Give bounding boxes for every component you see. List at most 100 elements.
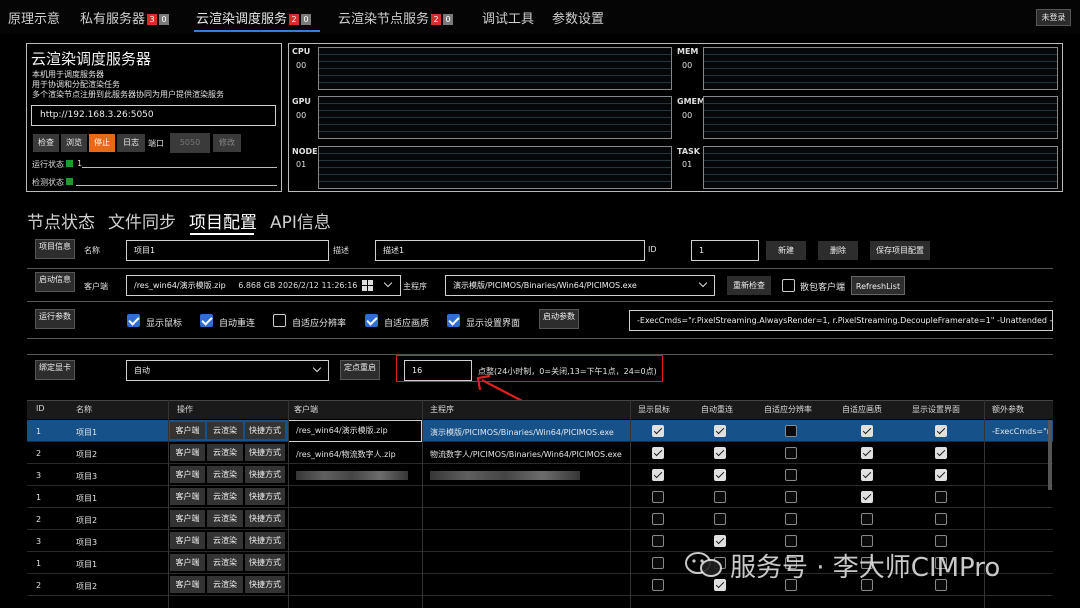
shortcut-button[interactable]: 快捷方式 [245, 444, 285, 461]
row-checkbox[interactable] [935, 491, 947, 503]
cloud-render-button[interactable]: 云渲染 [207, 532, 243, 549]
shortcut-button[interactable]: 快捷方式 [245, 422, 285, 439]
row-checkbox[interactable] [652, 425, 664, 437]
scheduled-restart-button[interactable]: 定点重启 [340, 360, 380, 380]
client-download-button[interactable]: 客户端 [170, 510, 205, 527]
row-checkbox[interactable] [935, 469, 947, 481]
row-checkbox[interactable] [785, 535, 797, 547]
row-checkbox[interactable] [861, 535, 873, 547]
row-checkbox[interactable] [652, 535, 664, 547]
project-desc-input[interactable]: 描述1 [375, 240, 645, 261]
row-checkbox[interactable] [785, 425, 797, 437]
row-checkbox[interactable] [935, 447, 947, 459]
project-name-input[interactable]: 项目1 [126, 240, 329, 261]
auto-reconnect-checkbox[interactable] [200, 314, 213, 327]
row-checkbox[interactable] [785, 491, 797, 503]
shortcut-button[interactable]: 快捷方式 [245, 510, 285, 527]
nav-item-node-service[interactable]: 云渲染节点服务 2 0 [338, 8, 454, 27]
tab-node-status[interactable]: 节点状态 [27, 208, 95, 233]
adaptive-resolution-checkbox[interactable] [273, 314, 286, 327]
cloud-render-button[interactable]: 云渲染 [207, 488, 243, 505]
cell-id: 3 [36, 471, 42, 480]
row-checkbox[interactable] [652, 491, 664, 503]
cell-name: 项目1 [76, 560, 98, 569]
cloud-render-button[interactable]: 云渲染 [207, 576, 243, 593]
tab-project-config[interactable]: 项目配置 [189, 208, 257, 233]
shortcut-button[interactable]: 快捷方式 [245, 554, 285, 571]
client-download-button[interactable]: 客户端 [170, 488, 205, 505]
row-checkbox[interactable] [785, 447, 797, 459]
shortcut-button[interactable]: 快捷方式 [245, 466, 285, 483]
row-checkbox[interactable] [714, 469, 726, 481]
row-checkbox[interactable] [935, 425, 947, 437]
scatter-client-checkbox[interactable] [782, 279, 795, 292]
stop-button[interactable]: 停止 [89, 134, 115, 152]
server-url-field[interactable]: http://192.168.3.26:5050 [31, 105, 276, 126]
gpu-select[interactable]: 自动 [126, 360, 329, 381]
row-checkbox[interactable] [652, 513, 664, 525]
login-button[interactable]: 未登录 [1036, 9, 1071, 26]
nav-item-settings[interactable]: 参数设置 [552, 8, 604, 27]
recheck-button[interactable]: 重新检查 [727, 276, 771, 295]
nav-item-debug-tools[interactable]: 调试工具 [482, 8, 534, 27]
row-checkbox[interactable] [861, 447, 873, 459]
delete-project-button[interactable]: 删除 [818, 241, 858, 260]
cloud-render-button[interactable]: 云渲染 [207, 444, 243, 461]
row-checkbox[interactable] [785, 469, 797, 481]
log-button[interactable]: 日志 [117, 134, 145, 152]
launch-params-button[interactable]: 启动参数 [539, 309, 579, 329]
new-project-button[interactable]: 新建 [766, 241, 806, 260]
shortcut-button[interactable]: 快捷方式 [245, 488, 285, 505]
client-download-button[interactable]: 客户端 [170, 466, 205, 483]
project-id-input[interactable]: 1 [691, 240, 759, 261]
row-checkbox[interactable] [652, 579, 664, 591]
main-program-select[interactable]: 演示模版/PICIMOS/Binaries/Win64/PICIMOS.exe [445, 275, 715, 296]
row-checkbox[interactable] [935, 513, 947, 525]
cloud-render-button[interactable]: 云渲染 [207, 466, 243, 483]
nav-item-private-server[interactable]: 私有服务器 3 0 [80, 8, 170, 27]
client-select[interactable]: /res_win64/演示模版.zip 6.868 GB 2026/2/12 1… [126, 275, 401, 296]
port-input[interactable]: 5050 [170, 133, 210, 153]
row-checkbox[interactable] [714, 535, 726, 547]
row-checkbox[interactable] [714, 491, 726, 503]
shortcut-button[interactable]: 快捷方式 [245, 576, 285, 593]
row-checkbox[interactable] [714, 513, 726, 525]
row-checkbox[interactable] [714, 579, 726, 591]
client-download-button[interactable]: 客户端 [170, 554, 205, 571]
client-download-button[interactable]: 客户端 [170, 532, 205, 549]
cloud-render-button[interactable]: 云渲染 [207, 422, 243, 439]
modify-port-button[interactable]: 修改 [213, 134, 241, 152]
client-download-button[interactable]: 客户端 [170, 422, 205, 439]
row-checkbox[interactable] [861, 513, 873, 525]
tab-api-info[interactable]: API信息 [270, 208, 331, 233]
nav-item-dispatch-service[interactable]: 云渲染调度服务 2 0 [196, 8, 312, 27]
browse-button[interactable]: 浏览 [61, 134, 87, 152]
row-checkbox[interactable] [652, 469, 664, 481]
table-scrollbar[interactable] [1048, 420, 1052, 490]
cloud-render-button[interactable]: 云渲染 [207, 554, 243, 571]
shortcut-button[interactable]: 快捷方式 [245, 532, 285, 549]
cloud-render-button[interactable]: 云渲染 [207, 510, 243, 527]
nav-item-principle[interactable]: 原理示意 [8, 8, 60, 27]
save-project-button[interactable]: 保存项目配置 [870, 241, 930, 260]
row-checkbox[interactable] [935, 535, 947, 547]
show-settings-checkbox[interactable] [447, 314, 460, 327]
row-checkbox[interactable] [785, 513, 797, 525]
restart-hour-input[interactable]: 16 [404, 360, 472, 381]
row-checkbox[interactable] [861, 491, 873, 503]
tab-file-sync[interactable]: 文件同步 [108, 208, 176, 233]
row-checkbox[interactable] [652, 447, 664, 459]
cell-client-editing[interactable]: /res_win64/演示模版.zip [288, 420, 422, 442]
show-mouse-checkbox[interactable] [127, 314, 140, 327]
row-checkbox[interactable] [652, 557, 664, 569]
client-download-button[interactable]: 客户端 [170, 444, 205, 461]
row-checkbox[interactable] [714, 425, 726, 437]
refresh-list-button[interactable]: RefreshList [851, 276, 905, 295]
adaptive-quality-checkbox[interactable] [365, 314, 378, 327]
client-download-button[interactable]: 客户端 [170, 576, 205, 593]
check-button[interactable]: 检查 [33, 134, 59, 152]
row-checkbox[interactable] [861, 425, 873, 437]
row-checkbox[interactable] [861, 469, 873, 481]
launch-params-input[interactable]: -ExecCmds="r.PixelStreaming.AlwaysRender… [629, 310, 1053, 331]
row-checkbox[interactable] [714, 447, 726, 459]
